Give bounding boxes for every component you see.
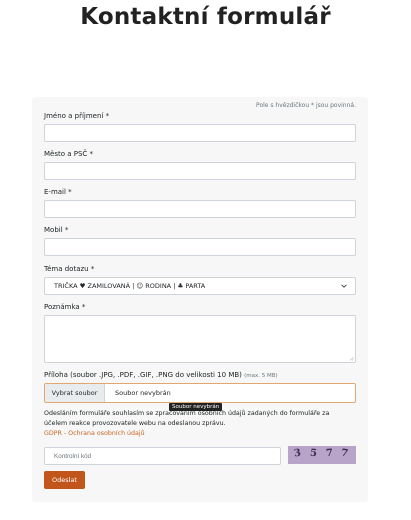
consent-text: Odesláním formuláře souhlasím se zpracov… — [44, 410, 330, 427]
mobile-label: Mobil * — [44, 226, 69, 234]
name-field[interactable] — [44, 124, 356, 142]
name-label: Jméno a příjmení * — [44, 112, 110, 120]
file-status: Soubor nevybrán — [115, 389, 171, 397]
gdpr-link[interactable]: GDPR - Ochrana osobních údajů — [44, 430, 145, 437]
contact-form: Pole s hvězdičkou * jsou povinná. Jméno … — [32, 97, 368, 502]
chevron-down-icon — [341, 284, 347, 288]
topic-selected-value: TRIČKA ♥ ZAMILOVANÁ | ☺ RODINA | ♣ PARTA — [54, 282, 206, 290]
captcha-char: 7 — [340, 447, 349, 460]
city-field[interactable] — [44, 162, 356, 180]
attachment-label-text: Příloha (soubor .JPG, .PDF, .GIF, .PNG d… — [44, 371, 242, 379]
captcha-input[interactable] — [44, 447, 281, 465]
city-label: Město a PSČ * — [44, 150, 94, 158]
email-label: E-mail * — [44, 188, 72, 196]
attachment-label: Příloha (soubor .JPG, .PDF, .GIF, .PNG d… — [44, 371, 278, 379]
topic-select[interactable]: TRIČKA ♥ ZAMILOVANÁ | ☺ RODINA | ♣ PARTA — [44, 277, 356, 295]
captcha-char: 3 — [293, 447, 302, 460]
email-field[interactable] — [44, 200, 356, 218]
page-title: Kontaktní formulář — [80, 4, 331, 30]
captcha-char: 5 — [309, 447, 318, 460]
note-textarea[interactable] — [44, 315, 356, 363]
resize-grip-icon[interactable] — [349, 356, 354, 361]
mobile-field[interactable] — [44, 238, 356, 256]
file-tooltip: Soubor nevybrán — [169, 403, 223, 411]
choose-file-button[interactable]: Vybrat soubor — [45, 384, 105, 402]
captcha-char: 7 — [325, 447, 334, 460]
captcha-image: 3 5 7 7 — [288, 446, 356, 464]
required-note: Pole s hvězdičkou * jsou povinná. — [256, 102, 356, 109]
submit-button[interactable]: Odeslat — [44, 471, 85, 489]
topic-label: Téma dotazu * — [44, 265, 95, 273]
attachment-max-note: (max. 5 MB) — [244, 373, 278, 379]
note-label: Poznámka * — [44, 303, 86, 311]
file-input[interactable]: Vybrat soubor Soubor nevybrán — [44, 383, 356, 403]
